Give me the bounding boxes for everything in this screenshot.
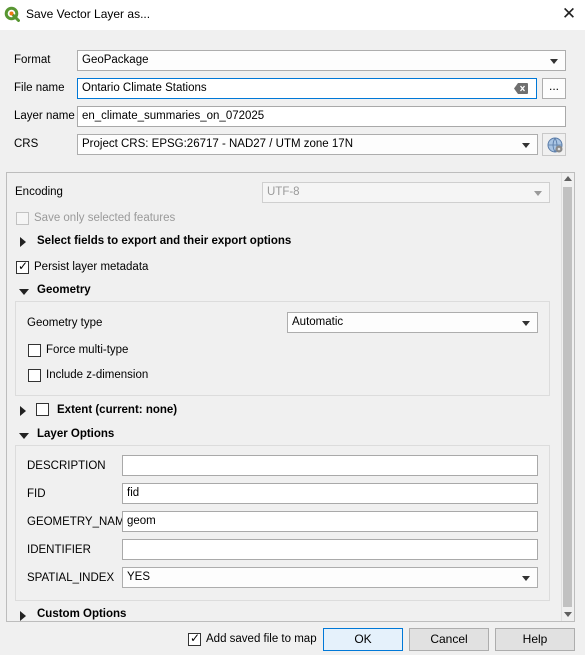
qgis-logo-icon bbox=[4, 6, 20, 22]
format-label: Format bbox=[14, 54, 51, 66]
crs-selector-button[interactable] bbox=[542, 133, 566, 156]
expand-right-icon[interactable] bbox=[20, 611, 26, 621]
force-multi-label: Force multi-type bbox=[46, 344, 129, 356]
select-fields-toggle[interactable]: Select fields to export and their export… bbox=[37, 235, 291, 247]
persist-metadata-checkbox[interactable] bbox=[16, 259, 29, 274]
geometry-type-select[interactable]: Automatic bbox=[287, 312, 538, 333]
geometry-section-toggle[interactable]: Geometry bbox=[37, 284, 91, 296]
crs-value: Project CRS: EPSG:26717 - NAD27 / UTM zo… bbox=[82, 138, 353, 150]
file-name-input[interactable]: Ontario Climate Stations bbox=[77, 78, 537, 99]
geometry-type-label: Geometry type bbox=[27, 317, 103, 329]
chevron-down-icon bbox=[522, 321, 530, 326]
file-name-label: File name bbox=[14, 82, 65, 94]
option-input-geometry-name[interactable]: geom bbox=[122, 511, 538, 532]
chevron-down-icon bbox=[522, 576, 530, 581]
chevron-down-icon bbox=[534, 191, 542, 196]
expand-right-icon[interactable] bbox=[20, 237, 26, 247]
option-input-fid[interactable]: fid bbox=[122, 483, 538, 504]
add-saved-file-label: Add saved file to map bbox=[206, 633, 317, 645]
collapse-down-icon[interactable] bbox=[19, 289, 29, 295]
chevron-down-icon bbox=[550, 59, 558, 64]
extent-toggle[interactable]: Extent (current: none) bbox=[57, 404, 177, 416]
scrollbar-thumb[interactable] bbox=[563, 187, 572, 607]
encoding-value: UTF-8 bbox=[267, 186, 300, 198]
window-title: Save Vector Layer as... bbox=[26, 7, 151, 21]
collapse-down-icon[interactable] bbox=[19, 433, 29, 439]
geometry-type-value: Automatic bbox=[292, 316, 344, 328]
add-saved-file-checkbox[interactable] bbox=[188, 631, 201, 646]
custom-options-toggle[interactable]: Custom Options bbox=[37, 608, 126, 621]
encoding-label: Encoding bbox=[15, 186, 63, 198]
option-label-spatial-index: SPATIAL_INDEX bbox=[27, 572, 115, 584]
close-icon[interactable]: ✕ bbox=[556, 3, 582, 25]
globe-icon bbox=[547, 137, 563, 153]
option-label-description: DESCRIPTION bbox=[27, 460, 106, 472]
option-value-spatial-index: YES bbox=[127, 571, 151, 583]
format-value: GeoPackage bbox=[82, 54, 149, 66]
browse-button[interactable]: ... bbox=[542, 78, 566, 99]
layer-name-label: Layer name bbox=[14, 110, 75, 122]
format-select[interactable]: GeoPackage bbox=[77, 50, 566, 71]
option-value-geometry-name: geom bbox=[127, 515, 156, 527]
ok-button[interactable]: OK bbox=[323, 628, 403, 651]
force-multi-checkbox[interactable] bbox=[28, 344, 41, 357]
include-z-checkbox[interactable] bbox=[28, 369, 41, 382]
chevron-down-icon bbox=[522, 143, 530, 148]
scroll-up-icon[interactable] bbox=[564, 176, 572, 181]
option-input-description[interactable] bbox=[122, 455, 538, 476]
option-label-geometry-name: GEOMETRY_NAME bbox=[27, 516, 133, 528]
save-selected-label: Save only selected features bbox=[34, 212, 176, 224]
option-label-fid: FID bbox=[27, 488, 46, 500]
file-name-value: Ontario Climate Stations bbox=[82, 82, 207, 94]
layer-options-toggle[interactable]: Layer Options bbox=[37, 428, 114, 440]
option-value-fid: fid bbox=[127, 487, 140, 499]
crs-select[interactable]: Project CRS: EPSG:26717 - NAD27 / UTM zo… bbox=[77, 134, 538, 155]
extent-checkbox[interactable] bbox=[36, 403, 49, 416]
scroll-down-icon[interactable] bbox=[564, 612, 572, 617]
layer-name-value: en_climate_summaries_on_072025 bbox=[82, 110, 265, 122]
include-z-label: Include z-dimension bbox=[46, 369, 149, 381]
save-selected-checkbox[interactable] bbox=[16, 212, 29, 225]
expand-right-icon[interactable] bbox=[20, 406, 26, 416]
clear-text-icon[interactable] bbox=[514, 83, 528, 94]
crs-label: CRS bbox=[14, 138, 39, 150]
layer-name-input[interactable]: en_climate_summaries_on_072025 bbox=[77, 106, 566, 127]
option-select-spatial-index[interactable]: YES bbox=[122, 567, 538, 588]
cancel-button[interactable]: Cancel bbox=[409, 628, 489, 651]
encoding-select[interactable]: UTF-8 bbox=[262, 182, 550, 203]
help-button[interactable]: Help bbox=[495, 628, 575, 651]
option-label-identifier: IDENTIFIER bbox=[27, 544, 91, 556]
persist-metadata-label: Persist layer metadata bbox=[34, 261, 149, 273]
option-input-identifier[interactable] bbox=[122, 539, 538, 560]
